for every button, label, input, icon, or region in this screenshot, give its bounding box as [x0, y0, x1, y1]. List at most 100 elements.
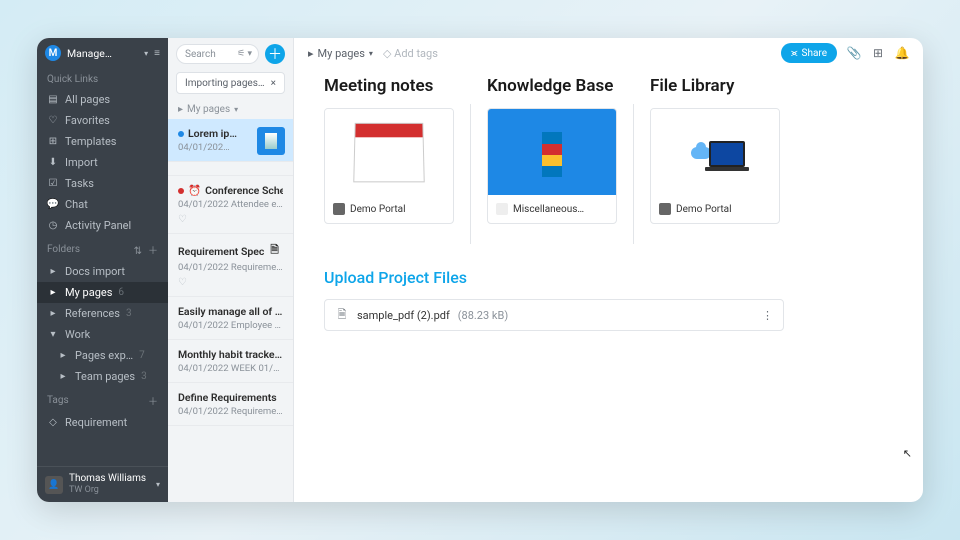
avatar	[333, 203, 345, 215]
favorite-icon[interactable]: ♡	[178, 277, 283, 288]
column-divider	[633, 104, 634, 244]
folder-docs-import[interactable]: ▸Docs import	[37, 261, 168, 282]
list-breadcrumb[interactable]: ▸My pages▾	[168, 100, 293, 119]
attachment-icon[interactable]: 📎	[847, 46, 861, 60]
folder-pages-exp[interactable]: ▸Pages exp… 7	[37, 345, 168, 366]
avatar	[659, 203, 671, 215]
folder-icon: ▸	[57, 350, 69, 361]
avatar: 👤	[45, 476, 63, 494]
nav-chat[interactable]: 💬Chat	[37, 194, 168, 215]
add-tag-icon[interactable]: ＋	[148, 393, 158, 408]
close-icon[interactable]: ×	[271, 78, 276, 89]
main-panel: ▸My pages▾ ◇ Add tags ⪤Share 📎 ⊞ 🔔 Meeti…	[294, 38, 923, 502]
add-folder-icon[interactable]: ＋	[148, 246, 158, 257]
nav-favorites[interactable]: ♡Favorites	[37, 110, 168, 131]
list-item[interactable]: Monthly habit tracke… 04/01/2022 WEEK 01…	[168, 340, 293, 383]
page-card[interactable]: Miscellaneous…	[487, 108, 617, 224]
apps-icon[interactable]: ⊞	[871, 46, 885, 60]
chevron-down-icon: ▾	[369, 49, 373, 58]
folders-header: Folders ⇅＋	[37, 236, 168, 261]
upload-section-title: Upload Project Files	[324, 268, 893, 287]
bell-icon[interactable]: 🔔	[895, 46, 909, 60]
user-menu[interactable]: 👤 Thomas Williams TW Org ▾	[37, 466, 168, 502]
chat-icon: 💬	[47, 199, 59, 210]
tag-icon: ◇	[383, 47, 391, 60]
page-card[interactable]: Demo Portal	[324, 108, 454, 224]
workspace-switcher[interactable]: M Manage… ▾ ≡	[37, 38, 168, 68]
list-item[interactable]: ⏰Conference Sched… 04/01/2022 Attendee e…	[168, 176, 293, 234]
status-dot	[178, 131, 184, 137]
user-name: Thomas Williams	[69, 473, 146, 485]
nav-tasks[interactable]: ☑Tasks	[37, 173, 168, 194]
heart-icon: ♡	[47, 115, 59, 126]
cards-row: Meeting notes Demo Portal Knowledge Base	[324, 76, 893, 244]
import-status-chip[interactable]: Importing pages… ×	[176, 72, 285, 94]
card-thumbnail	[325, 109, 453, 195]
file-icon: 🗎	[335, 308, 349, 322]
add-tags-button[interactable]: ◇ Add tags	[383, 47, 438, 60]
folder-icon: ▸	[47, 266, 59, 277]
chevron-down-icon: ▾	[156, 480, 160, 489]
filter-icon[interactable]: ⚟ ▾	[237, 49, 252, 59]
user-org: TW Org	[69, 485, 146, 496]
folder-icon: ▸	[308, 47, 314, 60]
menu-icon[interactable]: ≡	[154, 48, 160, 59]
page-list-panel: Search ⚟ ▾ ＋ Importing pages… × ▸My page…	[168, 38, 294, 502]
list-item[interactable]: Requirement Spec🗎 04/01/2022 Requireme… …	[168, 234, 293, 297]
nav-import[interactable]: ⬇Import	[37, 152, 168, 173]
clock-icon: ◷	[47, 220, 59, 231]
add-page-button[interactable]: ＋	[265, 44, 285, 64]
column-file-library: File Library Demo Portal	[650, 76, 780, 244]
file-attachment[interactable]: 🗎 sample_pdf (2).pdf (88.23 kB) ⋮	[324, 299, 784, 331]
list-item[interactable]: Define Requirements 04/01/2022 Requireme…	[168, 383, 293, 426]
alarm-icon: ⏰	[188, 184, 201, 197]
chevron-down-icon: ▾	[144, 49, 148, 58]
folder-icon: ▸	[178, 104, 183, 115]
file-name: sample_pdf (2).pdf	[357, 309, 450, 322]
nav-templates[interactable]: ⊞Templates	[37, 131, 168, 152]
page-card[interactable]: Demo Portal	[650, 108, 780, 224]
page-thumbnail	[257, 127, 285, 155]
tag-icon: ◇	[47, 417, 59, 428]
chevron-down-icon: ▾	[47, 329, 59, 340]
card-thumbnail	[488, 109, 616, 195]
folder-icon: ▸	[57, 371, 69, 382]
more-icon[interactable]: ⋮	[762, 309, 773, 322]
folder-icon: ▸	[47, 308, 59, 319]
column-divider	[470, 104, 471, 244]
page-content: Meeting notes Demo Portal Knowledge Base	[294, 68, 923, 502]
folder-icon: ▸	[47, 287, 59, 298]
app-window: M Manage… ▾ ≡ Quick Links ▤All pages ♡Fa…	[37, 38, 923, 502]
column-meeting-notes: Meeting notes Demo Portal	[324, 76, 454, 244]
favorite-icon[interactable]: ♡	[178, 214, 283, 225]
breadcrumb[interactable]: ▸My pages▾	[308, 47, 373, 60]
list-item[interactable]: Lorem ip… 04/01/202…	[168, 119, 293, 162]
share-icon: ⪤	[791, 48, 798, 59]
page-icon: ▤	[47, 94, 59, 105]
tags-header: Tags ＋	[37, 387, 168, 412]
quick-links-header: Quick Links	[37, 68, 168, 89]
list-item[interactable]: Easily manage all of … 04/01/2022 Employ…	[168, 297, 293, 340]
sort-icon[interactable]: ⇅	[134, 246, 142, 257]
workspace-name: Manage…	[67, 47, 138, 60]
workspace-avatar: M	[45, 45, 61, 61]
search-input[interactable]: Search ⚟ ▾	[176, 44, 259, 64]
status-dot	[178, 188, 184, 194]
check-icon: ☑	[47, 178, 59, 189]
sidebar: M Manage… ▾ ≡ Quick Links ▤All pages ♡Fa…	[37, 38, 168, 502]
download-icon: ⬇	[47, 157, 59, 168]
column-knowledge-base: Knowledge Base Miscellaneous…	[487, 76, 617, 244]
folder-team-pages[interactable]: ▸Team pages 3	[37, 366, 168, 387]
grid-icon: ⊞	[47, 136, 59, 147]
folder-my-pages[interactable]: ▸My pages 6	[37, 282, 168, 303]
folder-references[interactable]: ▸References 3	[37, 303, 168, 324]
share-button[interactable]: ⪤Share	[781, 43, 837, 63]
tag-requirement[interactable]: ◇Requirement	[37, 412, 168, 433]
doc-icon: 🗎	[270, 242, 278, 260]
card-thumbnail	[651, 109, 779, 195]
nav-activity[interactable]: ◷Activity Panel	[37, 215, 168, 236]
avatar	[496, 203, 508, 215]
folder-work[interactable]: ▾Work	[37, 324, 168, 345]
chevron-down-icon: ▾	[234, 105, 238, 114]
nav-all-pages[interactable]: ▤All pages	[37, 89, 168, 110]
